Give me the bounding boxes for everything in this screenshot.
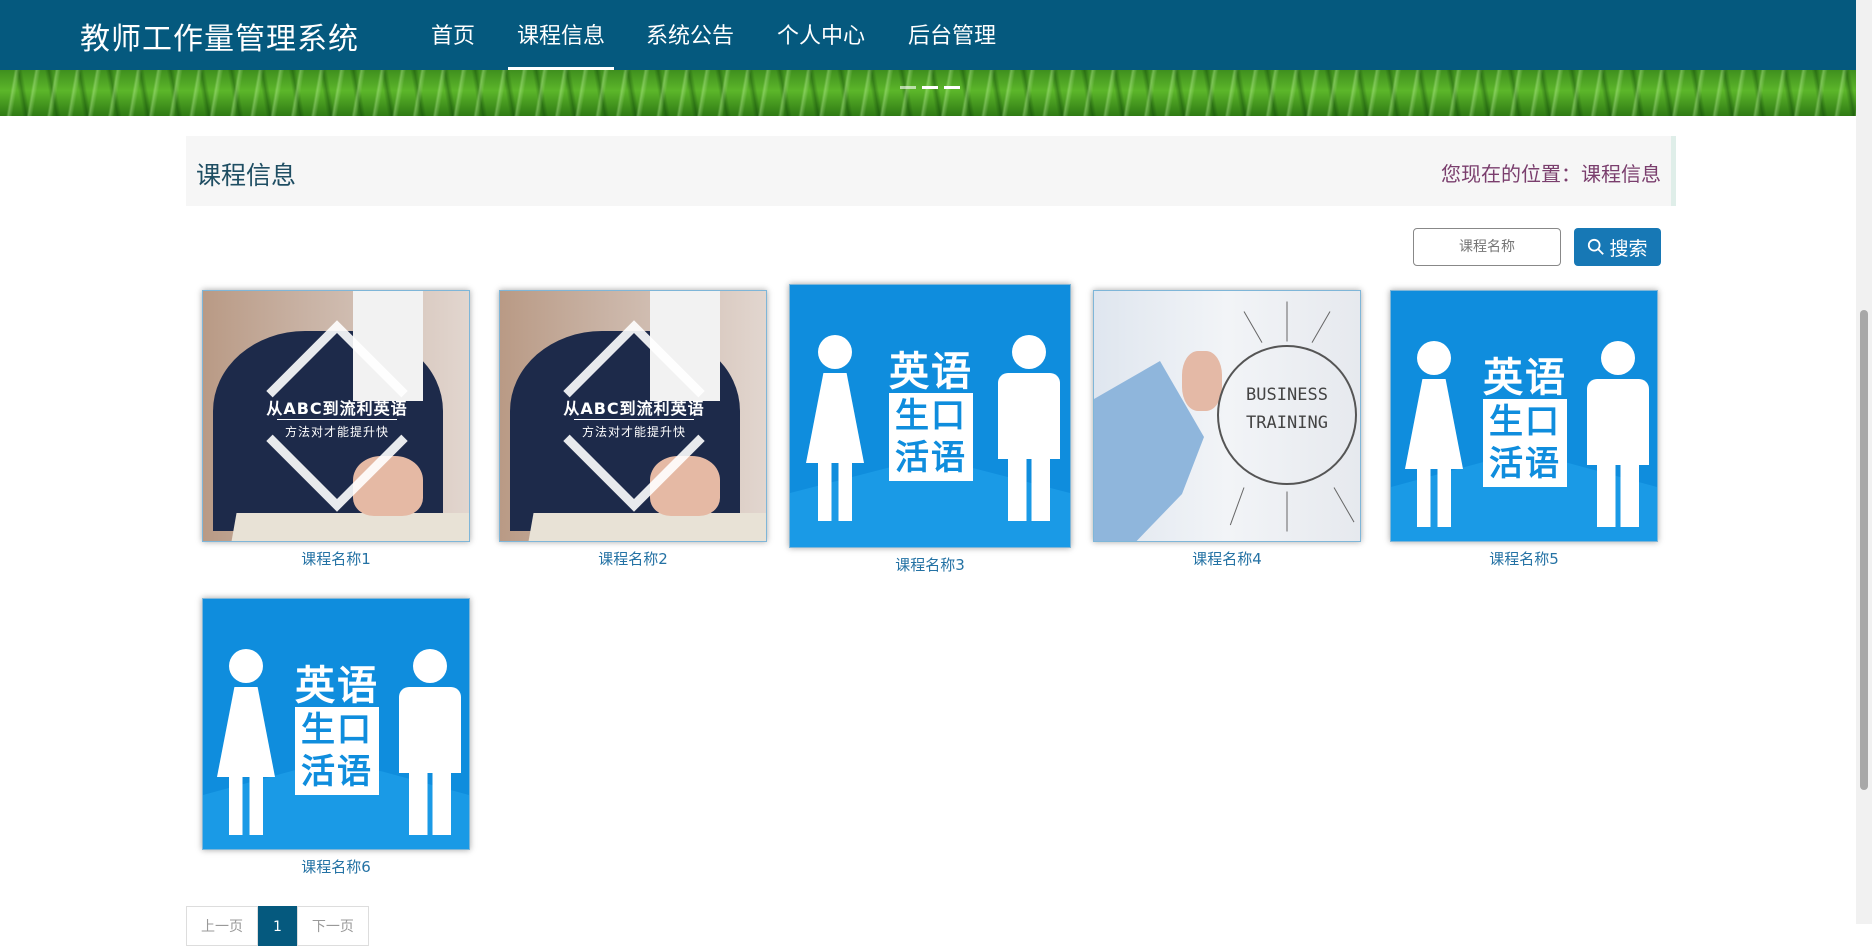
- course-image[interactable]: BUSINESS TRAINING: [1093, 290, 1361, 542]
- image-text: 方法对才能提升快: [581, 425, 686, 439]
- carousel-dot[interactable]: [944, 86, 960, 89]
- course-image[interactable]: 英语 生口 活语: [202, 598, 470, 850]
- scrollbar-track[interactable]: [1856, 0, 1872, 924]
- pagination: 上一页 1 下一页: [186, 906, 369, 946]
- course-name[interactable]: 课程名称2: [499, 548, 767, 569]
- search-input[interactable]: [1413, 228, 1561, 266]
- course-image[interactable]: 英语 生口 活语: [1390, 290, 1658, 542]
- search-button[interactable]: 搜索: [1574, 228, 1661, 266]
- current-page[interactable]: 1: [258, 906, 297, 946]
- image-text: 英语: [889, 349, 973, 395]
- carousel-dot[interactable]: [922, 86, 938, 89]
- prev-page-button[interactable]: 上一页: [186, 906, 258, 946]
- image-text: BUSINESS: [1246, 385, 1328, 405]
- image-text: 生口: [1489, 402, 1561, 442]
- image-text: 英语: [1483, 355, 1567, 401]
- image-text: 活语: [895, 438, 967, 478]
- nav-admin[interactable]: 后台管理: [907, 18, 997, 70]
- nav-home[interactable]: 首页: [430, 18, 476, 70]
- course-name[interactable]: 课程名称6: [202, 856, 470, 877]
- search-button-label: 搜索: [1609, 237, 1648, 260]
- site-title[interactable]: 教师工作量管理系统: [80, 14, 359, 58]
- top-navbar: 教师工作量管理系统 首页 课程信息 系统公告 个人中心 后台管理: [0, 0, 1856, 70]
- breadcrumb: 您现在的位置：课程信息: [1441, 162, 1661, 186]
- title-bar: 课程信息 您现在的位置：课程信息: [186, 136, 1676, 206]
- course-name[interactable]: 课程名称4: [1093, 548, 1361, 569]
- search-icon: [1588, 238, 1605, 255]
- image-text: 从ABC到流利英语: [563, 399, 705, 418]
- image-text: 从ABC到流利英语: [266, 399, 408, 418]
- banner-image: [0, 70, 1856, 116]
- image-text: 英语: [295, 663, 379, 709]
- image-text: 生口: [301, 710, 373, 750]
- course-image[interactable]: 英语 生口 活语: [789, 284, 1071, 548]
- scrollbar-thumb[interactable]: [1860, 310, 1868, 790]
- image-text: 活语: [301, 752, 373, 792]
- page-title: 课程信息: [196, 161, 297, 190]
- nav-personal-center[interactable]: 个人中心: [776, 18, 866, 70]
- next-page-button[interactable]: 下一页: [296, 906, 369, 946]
- image-text: 方法对才能提升快: [284, 425, 389, 439]
- image-text: TRAINING: [1246, 413, 1328, 433]
- course-image[interactable]: 从ABC到流利英语 方法对才能提升快: [202, 290, 470, 542]
- course-image[interactable]: 从ABC到流利英语 方法对才能提升快: [499, 290, 767, 542]
- nav-course-info[interactable]: 课程信息: [508, 18, 614, 70]
- course-name[interactable]: 课程名称3: [789, 554, 1071, 575]
- course-name[interactable]: 课程名称5: [1390, 548, 1658, 569]
- image-text: 生口: [895, 396, 967, 436]
- course-name[interactable]: 课程名称1: [202, 548, 470, 569]
- carousel-dot[interactable]: [900, 86, 916, 89]
- nav-announcements[interactable]: 系统公告: [645, 18, 735, 70]
- image-text: 活语: [1489, 444, 1561, 484]
